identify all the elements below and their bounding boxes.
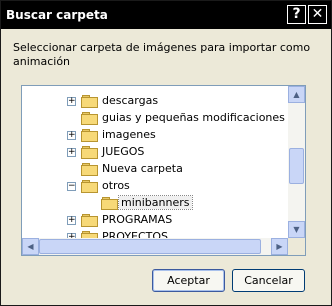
vertical-scroll-thumb[interactable] bbox=[289, 148, 304, 184]
horizontal-scroll-thumb[interactable] bbox=[39, 239, 261, 254]
tree-item-label: guias y pequeñas modificaciones phpbb bbox=[102, 111, 289, 124]
cancel-button[interactable]: Cancelar bbox=[232, 269, 305, 292]
tree-item-juegos[interactable]: + JUEGOS bbox=[22, 144, 289, 160]
expand-icon[interactable]: + bbox=[67, 97, 76, 106]
tree-item-label: Nueva carpeta bbox=[102, 162, 183, 175]
tree-item-minibanners[interactable]: minibanners bbox=[22, 195, 289, 211]
tree-item-descargas[interactable]: + descargas bbox=[22, 93, 289, 109]
expand-icon[interactable]: + bbox=[67, 216, 76, 225]
folder-icon bbox=[81, 129, 98, 142]
expand-icon[interactable]: + bbox=[67, 148, 76, 157]
folder-icon bbox=[81, 146, 98, 159]
instruction-text: Seleccionar carpeta de imágenes para imp… bbox=[13, 41, 311, 68]
folder-tree[interactable]: + descargas guias y pequeñas modificacio… bbox=[21, 85, 306, 256]
folder-icon bbox=[81, 95, 98, 108]
help-button[interactable]: ? bbox=[287, 5, 306, 24]
scroll-left-button[interactable]: ◀ bbox=[22, 238, 39, 255]
tree-item-otros[interactable]: − otros bbox=[22, 178, 289, 194]
collapse-icon[interactable]: − bbox=[67, 182, 76, 191]
accept-button[interactable]: Aceptar bbox=[152, 269, 225, 292]
folder-icon bbox=[81, 112, 98, 125]
folder-icon bbox=[81, 214, 98, 227]
horizontal-scrollbar[interactable]: ◀ ▶ bbox=[22, 238, 288, 255]
vertical-scrollbar[interactable]: ▲ ▼ bbox=[288, 86, 305, 238]
tree-item-label: JUEGOS bbox=[102, 145, 145, 158]
tree-item-label: imagenes bbox=[102, 128, 156, 141]
expand-icon[interactable]: + bbox=[67, 131, 76, 140]
tree-item-imagenes[interactable]: + imagenes bbox=[22, 127, 289, 143]
tree-item-label-selected: minibanners bbox=[118, 195, 193, 210]
scroll-down-button[interactable]: ▼ bbox=[288, 221, 305, 238]
scroll-right-button[interactable]: ▶ bbox=[271, 238, 288, 255]
folder-icon bbox=[81, 180, 98, 193]
tree-item-label: PROGRAMAS bbox=[102, 213, 173, 226]
tree-item-label: otros bbox=[102, 179, 130, 192]
title-bar: Buscar carpeta ? ✕ bbox=[1, 1, 331, 29]
open-folder-icon bbox=[101, 197, 118, 210]
tree-item-nueva-carpeta[interactable]: Nueva carpeta bbox=[22, 161, 289, 177]
scroll-corner bbox=[288, 238, 305, 255]
scroll-up-button[interactable]: ▲ bbox=[288, 86, 305, 103]
browse-folder-dialog: Buscar carpeta ? ✕ Seleccionar carpeta d… bbox=[0, 0, 332, 306]
folder-icon bbox=[81, 163, 98, 176]
close-button[interactable]: ✕ bbox=[308, 5, 327, 24]
dialog-title: Buscar carpeta bbox=[6, 8, 108, 22]
tree-item-programas[interactable]: + PROGRAMAS bbox=[22, 212, 289, 228]
tree-item-label: descargas bbox=[102, 94, 159, 107]
tree-item-guias[interactable]: guias y pequeñas modificaciones phpbb bbox=[22, 110, 289, 126]
folder-tree-items: + descargas guias y pequeñas modificacio… bbox=[22, 86, 289, 239]
